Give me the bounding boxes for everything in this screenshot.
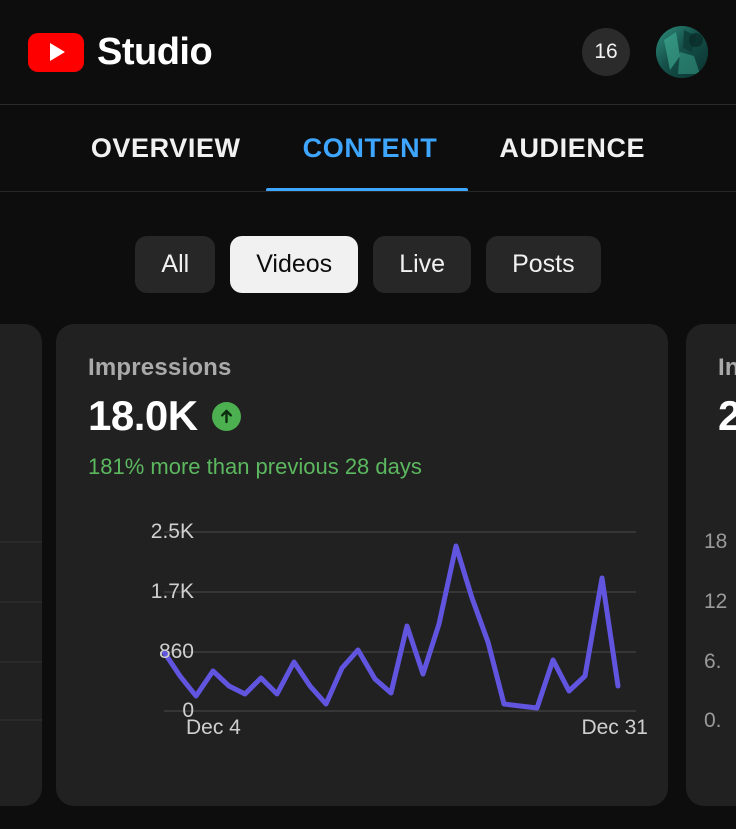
chip-live[interactable]: Live: [373, 235, 472, 293]
next-metric-title: In: [718, 354, 736, 381]
next-card-y-label-1: 12: [704, 590, 728, 613]
y-axis-label-2500: 2.5K: [150, 520, 194, 543]
metric-value-row: 18.0K: [88, 395, 668, 437]
avatar-image-icon: [656, 26, 708, 78]
y-axis-label-1700: 1.7K: [150, 580, 194, 603]
tab-content[interactable]: CONTENT: [272, 133, 469, 164]
app-header: Studio 16: [0, 0, 736, 104]
tabs-divider: [0, 191, 736, 192]
arrow-up-icon: [211, 401, 241, 431]
metric-card-next[interactable]: In 2 18 12 6. 0.: [686, 324, 736, 806]
main-tabs: OVERVIEW CONTENT AUDIENCE: [0, 105, 736, 191]
impressions-chart: 2.5K 1.7K 860 0 Dec 4 Dec 31: [56, 516, 668, 771]
notification-badge[interactable]: 16: [582, 28, 630, 76]
y-axis-label-0: 0: [182, 699, 194, 722]
brand-logo[interactable]: Studio: [28, 31, 213, 73]
metric-card-carousel[interactable]: Impressions 18.0K 181% more than previou…: [0, 324, 736, 806]
x-axis-label-end: Dec 31: [581, 716, 648, 739]
metric-value: 18.0K: [88, 392, 198, 439]
metric-card-previous[interactable]: [0, 324, 42, 806]
tab-audience[interactable]: AUDIENCE: [468, 133, 676, 164]
tab-overview[interactable]: OVERVIEW: [60, 133, 272, 164]
y-axis-label-860: 860: [158, 640, 194, 663]
header-actions: 16: [582, 26, 708, 78]
x-axis-label-start: Dec 4: [186, 716, 241, 739]
chip-all[interactable]: All: [135, 235, 216, 293]
next-card-y-label-3: 0.: [704, 709, 722, 732]
youtube-play-icon: [28, 32, 84, 72]
brand-name: Studio: [97, 31, 213, 73]
content-filter-chips: All Videos Live Posts: [0, 231, 736, 297]
metric-trend-text: 181% more than previous 28 days: [88, 454, 422, 479]
next-card-y-label-0: 18: [704, 530, 728, 553]
next-metric-value: 2: [718, 392, 736, 439]
next-card-y-label-2: 6.: [704, 650, 722, 673]
youtube-studio-app: Studio 16 OVERVIEW CONTENT AUDIENCE All …: [0, 0, 736, 829]
chip-posts[interactable]: Posts: [486, 235, 601, 293]
chip-videos[interactable]: Videos: [230, 235, 359, 293]
avatar[interactable]: [656, 26, 708, 78]
impressions-series-line: [161, 543, 621, 711]
metric-card-impressions[interactable]: Impressions 18.0K 181% more than previou…: [56, 324, 668, 806]
metric-title: Impressions: [88, 354, 232, 381]
previous-card-chart: [0, 541, 42, 721]
